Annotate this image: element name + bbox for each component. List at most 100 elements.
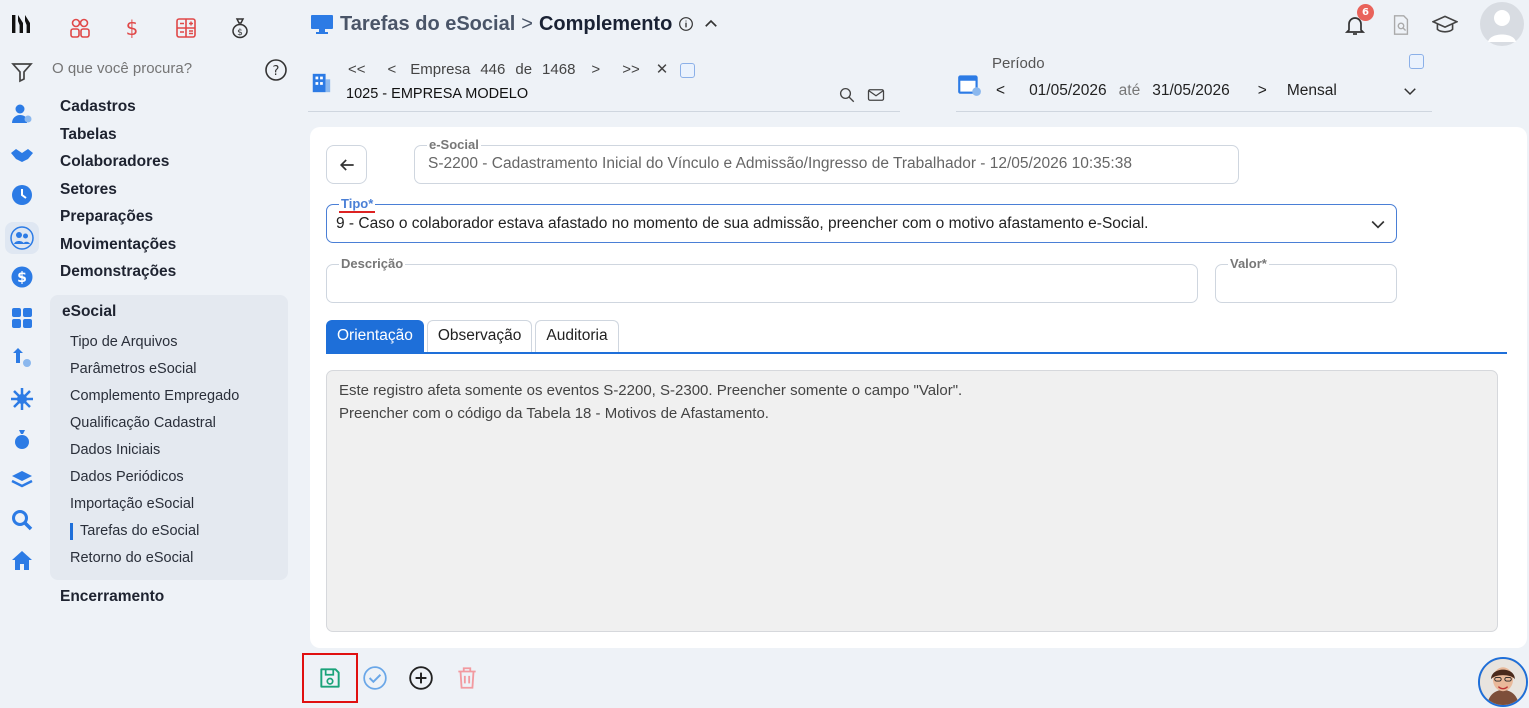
prev-page-icon[interactable]: < (388, 61, 397, 78)
period-checkbox[interactable] (1409, 54, 1424, 69)
valor-field[interactable]: Valor* (1215, 256, 1397, 303)
dollar-module-icon[interactable]: $ (114, 10, 150, 46)
submenu-item-tipo-arquivos[interactable]: Tipo de Arquivos (50, 331, 288, 358)
form-card: e-Social S-2200 - Cadastramento Inicial … (310, 127, 1527, 648)
tab-orientacao[interactable]: Orientação (326, 320, 424, 352)
menu-item-colaboradores[interactable]: Colaboradores (50, 151, 290, 179)
menu-item-demonstracoes[interactable]: Demonstrações (50, 261, 290, 289)
breadcrumb-separator: > (521, 12, 533, 35)
tipo-select[interactable]: Tipo* 9 - Caso o colaborador estava afas… (326, 196, 1397, 243)
svg-text:$: $ (237, 28, 243, 38)
first-page-icon[interactable]: << (348, 61, 366, 78)
calculator-module-icon[interactable] (168, 10, 204, 46)
filter-icon[interactable] (8, 58, 36, 86)
assistant-avatar[interactable] (1478, 657, 1528, 707)
layers-icon[interactable] (8, 466, 36, 494)
mail-icon[interactable] (867, 86, 885, 104)
building-icon (312, 73, 331, 93)
calendar-icon (958, 75, 981, 96)
company-name[interactable]: 1025 - EMPRESA MODELO (346, 86, 528, 102)
company-of-label: de (515, 60, 533, 78)
plus-circle-icon (409, 666, 433, 690)
period-end[interactable]: 31/05/2026 (1152, 82, 1230, 100)
descricao-label: Descrição (339, 256, 406, 271)
period-prev-icon[interactable]: < (996, 82, 1005, 100)
chevron-up-icon[interactable] (702, 15, 720, 33)
money-bag-icon[interactable] (8, 425, 36, 453)
menu-item-encerramento[interactable]: Encerramento (50, 586, 290, 614)
menu-item-setores[interactable]: Setores (50, 179, 290, 207)
chevron-down-icon[interactable] (1401, 82, 1419, 100)
submenu-item-retorno-esocial[interactable]: Retorno do eSocial (50, 547, 288, 574)
submenu-item-importacao-esocial[interactable]: Importação eSocial (50, 493, 288, 520)
network-icon[interactable] (8, 385, 36, 413)
document-search-icon[interactable] (1386, 10, 1416, 40)
app-logo-icon[interactable] (8, 10, 36, 38)
company-index: 446 (480, 60, 506, 78)
breadcrumb-section[interactable]: Tarefas do eSocial (340, 13, 515, 36)
chevron-down-icon[interactable] (1368, 214, 1388, 234)
back-button[interactable] (326, 145, 367, 184)
orientation-panel: Este registro afeta somente os eventos S… (326, 370, 1498, 632)
tipo-value: 9 - Caso o colaborador estava afastado n… (336, 215, 1149, 232)
submenu-item-parametros-esocial[interactable]: Parâmetros eSocial (50, 358, 288, 385)
notifications-bell[interactable]: 6 (1340, 4, 1374, 40)
user-settings-icon[interactable] (8, 100, 36, 128)
tab-auditoria[interactable]: Auditoria (535, 320, 619, 352)
company-label: Empresa (410, 60, 471, 78)
magnifier-icon[interactable] (8, 506, 36, 534)
monitor-icon (311, 15, 333, 34)
period-frequency[interactable]: Mensal (1287, 82, 1337, 100)
period-selector: Período < 01/05/2026 até 31/05/2026 > Me… (956, 54, 1432, 112)
last-page-icon[interactable]: >> (622, 61, 640, 78)
period-label: Período (992, 55, 1045, 72)
people-icon[interactable] (5, 222, 39, 254)
calculator-icon[interactable] (8, 304, 36, 332)
company-pager: << < Empresa 446 de 1468 > >> ✕ (348, 58, 705, 80)
descricao-field[interactable]: Descrição (326, 256, 1198, 303)
user-avatar[interactable] (1480, 2, 1524, 46)
graduation-cap-icon[interactable] (1430, 10, 1460, 40)
delete-button[interactable] (439, 653, 495, 703)
handshake-icon[interactable] (8, 141, 36, 169)
menu-item-movimentacoes[interactable]: Movimentações (50, 234, 290, 262)
menu-item-preparacoes[interactable]: Preparações (50, 206, 290, 234)
arrow-left-icon (339, 158, 354, 171)
period-start[interactable]: 01/05/2026 (1029, 82, 1107, 100)
orientation-line: Este registro afeta somente os eventos S… (339, 382, 963, 399)
next-page-icon[interactable]: > (591, 61, 600, 78)
submenu-item-tarefas-esocial[interactable]: Tarefas do eSocial (50, 520, 288, 547)
company-total: 1468 (542, 60, 576, 78)
home-icon[interactable] (8, 547, 36, 575)
tab-observacao[interactable]: Observação (426, 320, 533, 352)
clear-icon[interactable]: ✕ (656, 60, 669, 78)
help-icon[interactable]: ? (264, 58, 288, 82)
submenu-item-dados-periodicos[interactable]: Dados Periódicos (50, 466, 288, 493)
clock-icon[interactable] (8, 181, 36, 209)
search-icon[interactable] (838, 86, 856, 104)
money-bag-module-icon[interactable]: $ (222, 10, 258, 46)
breadcrumb: Tarefas do eSocial > Complemento (310, 10, 720, 38)
menu-search[interactable]: ? (52, 58, 288, 84)
svg-text:$: $ (126, 16, 139, 40)
dollar-icon[interactable]: $ (8, 263, 36, 291)
submenu-item-dados-iniciais[interactable]: Dados Iniciais (50, 439, 288, 466)
info-icon[interactable] (678, 16, 694, 32)
save-icon (320, 668, 340, 688)
multi-select-checkbox[interactable] (680, 62, 696, 78)
submenu-item-qualificacao-cadastral[interactable]: Qualificação Cadastral (50, 412, 288, 439)
menu-item-cadastros[interactable]: Cadastros (50, 96, 290, 124)
search-input[interactable] (52, 60, 252, 77)
submenu-item-complemento-empregado[interactable]: Complemento Empregado (50, 385, 288, 412)
icon-rail: $ (0, 0, 44, 708)
esocial-value: S-2200 - Cadastramento Inicial do Víncul… (428, 155, 1132, 172)
esocial-label: e-Social (427, 137, 481, 152)
period-next-icon[interactable]: > (1258, 82, 1267, 100)
svg-text:?: ? (273, 64, 280, 79)
menu-item-tabelas[interactable]: Tabelas (50, 124, 290, 152)
page-title: Complemento (538, 12, 673, 35)
people-module-icon[interactable] (62, 10, 98, 46)
submenu-header-esocial[interactable]: eSocial (50, 299, 288, 331)
svg-text:$: $ (17, 270, 27, 286)
transfer-icon[interactable] (8, 344, 36, 372)
